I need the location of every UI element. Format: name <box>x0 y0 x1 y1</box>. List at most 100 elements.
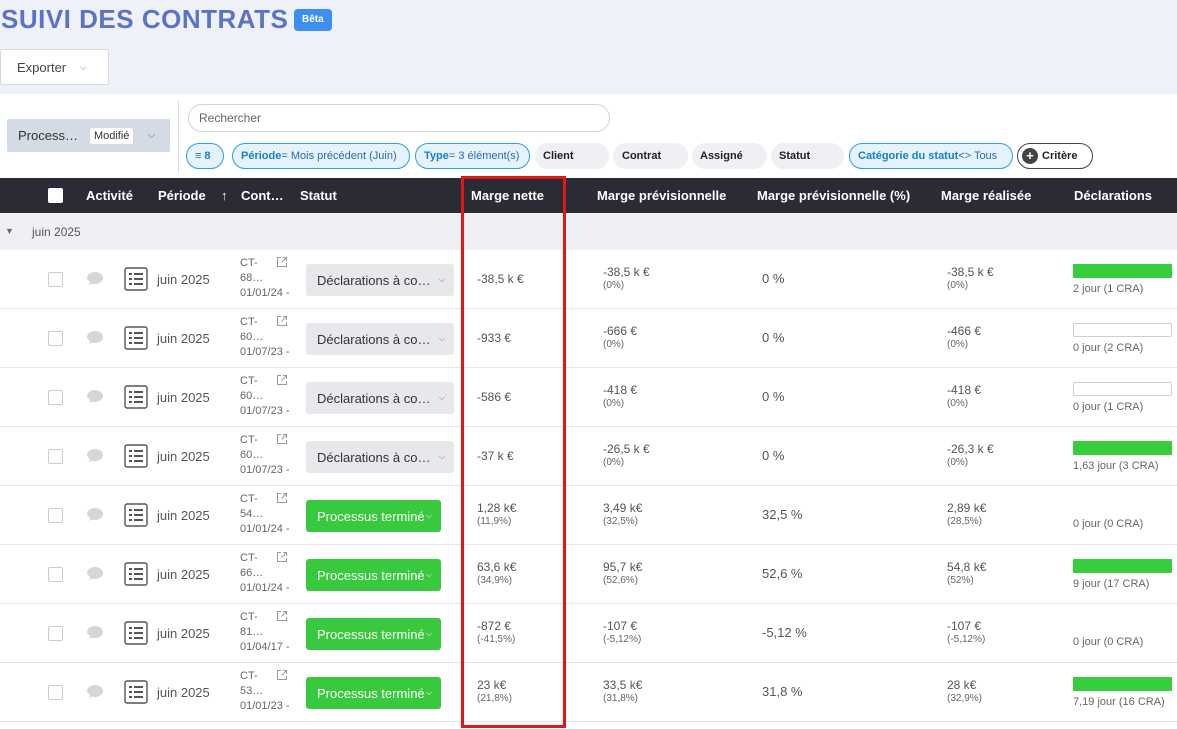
marge-prev-value: 33,5 k€ <box>603 678 643 692</box>
col-activite[interactable]: Activité <box>86 188 133 203</box>
marge-realisee-value: 28 k€ <box>947 678 977 692</box>
status-dropdown[interactable]: Déclarations à co… ⌵ <box>306 323 454 355</box>
select-all-checkbox[interactable] <box>48 188 63 203</box>
table-row[interactable]: juin 2025 CT- 66… 01/01/24 - Processus t… <box>0 545 1177 604</box>
external-link-icon[interactable] <box>276 433 288 445</box>
declarations-progress-bar <box>1073 323 1172 337</box>
status-dropdown[interactable]: Déclarations à co… ⌵ <box>306 441 454 473</box>
external-link-icon[interactable] <box>276 610 288 622</box>
marge-realisee-cell: 2,89 k€ (28,5%) <box>947 501 986 529</box>
chip-client[interactable]: Client <box>535 143 609 169</box>
external-link-icon[interactable] <box>276 492 288 504</box>
status-dropdown[interactable]: Processus terminé ⌵ <box>306 559 441 591</box>
declarations-text: 1,63 jour (3 CRA) <box>1073 460 1159 472</box>
col-marge-previsionnelle[interactable]: Marge prévisionnelle <box>597 188 726 203</box>
external-link-icon[interactable] <box>276 551 288 563</box>
comment-bubble-icon[interactable] <box>86 624 106 642</box>
col-periode[interactable]: Période <box>158 188 206 203</box>
external-link-icon[interactable] <box>276 374 288 386</box>
marge-realisee-value: -466 € <box>947 324 982 338</box>
comment-bubble-icon[interactable] <box>86 388 106 406</box>
add-criterion-button[interactable]: + Critère <box>1017 143 1093 169</box>
chevron-down-icon: ⌵ <box>438 452 445 461</box>
table-row[interactable]: juin 2025 CT- 81… 01/04/17 - Processus t… <box>0 604 1177 663</box>
filter-count: 8 <box>204 150 211 162</box>
contrat-line-2: 81… <box>240 626 264 638</box>
periode-cell: juin 2025 <box>157 272 210 287</box>
list-detail-icon[interactable] <box>124 621 148 645</box>
table-row[interactable]: juin 2025 CT- 68… 01/01/24 - Déclaration… <box>0 250 1177 309</box>
row-checkbox[interactable] <box>48 567 63 582</box>
status-dropdown[interactable]: Processus terminé ⌵ <box>306 677 441 709</box>
filter-count-chip[interactable]: ≡ 8 <box>186 143 224 169</box>
marge-prev-value: 3,49 k€ <box>603 501 643 515</box>
table-row[interactable]: juin 2025 CT- 53… 01/01/23 - Processus t… <box>0 663 1177 722</box>
col-marge-previsionnelle-pct[interactable]: Marge prévisionnelle (%) <box>757 188 910 203</box>
table-row[interactable]: juin 2025 CT- 60… 01/07/23 - Déclaration… <box>0 309 1177 368</box>
marge-prev-value: -418 € <box>603 383 638 397</box>
export-button[interactable]: Exporter ⌵ <box>0 49 109 85</box>
marge-prev-cell: -38,5 k € (0%) <box>603 265 650 293</box>
status-dropdown[interactable]: Déclarations à co… ⌵ <box>306 382 454 414</box>
list-detail-icon[interactable] <box>124 562 148 586</box>
process-label: Process… <box>18 128 78 143</box>
list-detail-icon[interactable] <box>124 385 148 409</box>
periode-cell: juin 2025 <box>157 626 210 641</box>
row-checkbox[interactable] <box>48 449 63 464</box>
collapse-triangle-icon[interactable]: ▼ <box>5 226 14 236</box>
comment-bubble-icon[interactable] <box>86 565 106 583</box>
col-statut[interactable]: Statut <box>300 188 337 203</box>
col-contrat[interactable]: Cont… <box>241 188 284 203</box>
comment-bubble-icon[interactable] <box>86 506 106 524</box>
chip-categorie[interactable]: Catégorie du statut <> Tous <box>849 143 1013 169</box>
contrat-line-3: 01/01/24 - <box>240 582 290 594</box>
col-marge-realisee[interactable]: Marge réalisée <box>941 188 1031 203</box>
status-dropdown[interactable]: Déclarations à co… ⌵ <box>306 264 454 296</box>
status-dropdown[interactable]: Processus terminé ⌵ <box>306 500 441 532</box>
progress-fill <box>1073 559 1172 573</box>
chip-statut[interactable]: Statut <box>771 143 844 169</box>
list-detail-icon[interactable] <box>124 503 148 527</box>
chip-contrat[interactable]: Contrat <box>613 143 688 169</box>
row-checkbox[interactable] <box>48 331 63 346</box>
marge-prev-cell: -107 € (-5,12%) <box>603 619 641 647</box>
chevron-down-icon: ⌵ <box>80 61 87 72</box>
sort-asc-icon[interactable]: ↑ <box>221 188 228 203</box>
external-link-icon[interactable] <box>276 256 288 268</box>
status-label: Processus terminé <box>317 567 425 583</box>
list-detail-icon[interactable] <box>124 267 148 291</box>
list-detail-icon[interactable] <box>124 680 148 704</box>
row-checkbox[interactable] <box>48 626 63 641</box>
marge-prev-pct-cell: 0 % <box>762 389 785 404</box>
table-row[interactable]: juin 2025 CT- 54… 01/01/24 - Processus t… <box>0 486 1177 545</box>
periode-cell: juin 2025 <box>157 331 210 346</box>
row-checkbox[interactable] <box>48 508 63 523</box>
marge-prev-value: -107 € <box>603 619 638 633</box>
process-filter-select[interactable]: Process… Modifié ⌵ <box>7 119 170 152</box>
search-input[interactable]: Rechercher <box>188 104 610 132</box>
add-criterion-label: Critère <box>1042 150 1078 162</box>
status-label: Processus terminé <box>317 508 425 524</box>
external-link-icon[interactable] <box>276 669 288 681</box>
table-row[interactable]: juin 2025 CT- 60… 01/07/23 - Déclaration… <box>0 368 1177 427</box>
external-link-icon[interactable] <box>276 315 288 327</box>
highlight-box <box>461 176 566 728</box>
table-header: Activité Période ↑ Cont… Statut Marge ne… <box>0 178 1177 213</box>
table-row[interactable]: juin 2025 CT- 60… 01/07/23 - Déclaration… <box>0 427 1177 486</box>
chip-assigne[interactable]: Assigné <box>692 143 767 169</box>
comment-bubble-icon[interactable] <box>86 270 106 288</box>
list-detail-icon[interactable] <box>124 444 148 468</box>
row-checkbox[interactable] <box>48 390 63 405</box>
comment-bubble-icon[interactable] <box>86 683 106 701</box>
col-declarations[interactable]: Déclarations <box>1074 188 1152 203</box>
row-checkbox[interactable] <box>48 685 63 700</box>
comment-bubble-icon[interactable] <box>86 447 106 465</box>
status-dropdown[interactable]: Processus terminé ⌵ <box>306 618 441 650</box>
row-checkbox[interactable] <box>48 272 63 287</box>
chip-periode[interactable]: Période = Mois précédent (Juin) <box>232 143 410 169</box>
chip-type[interactable]: Type = 3 élément(s) <box>415 143 530 169</box>
marge-prev-pct-cell: 52,6 % <box>762 566 803 581</box>
comment-bubble-icon[interactable] <box>86 329 106 347</box>
list-detail-icon[interactable] <box>124 326 148 350</box>
group-row[interactable]: ▼ juin 2025 <box>0 213 1177 250</box>
